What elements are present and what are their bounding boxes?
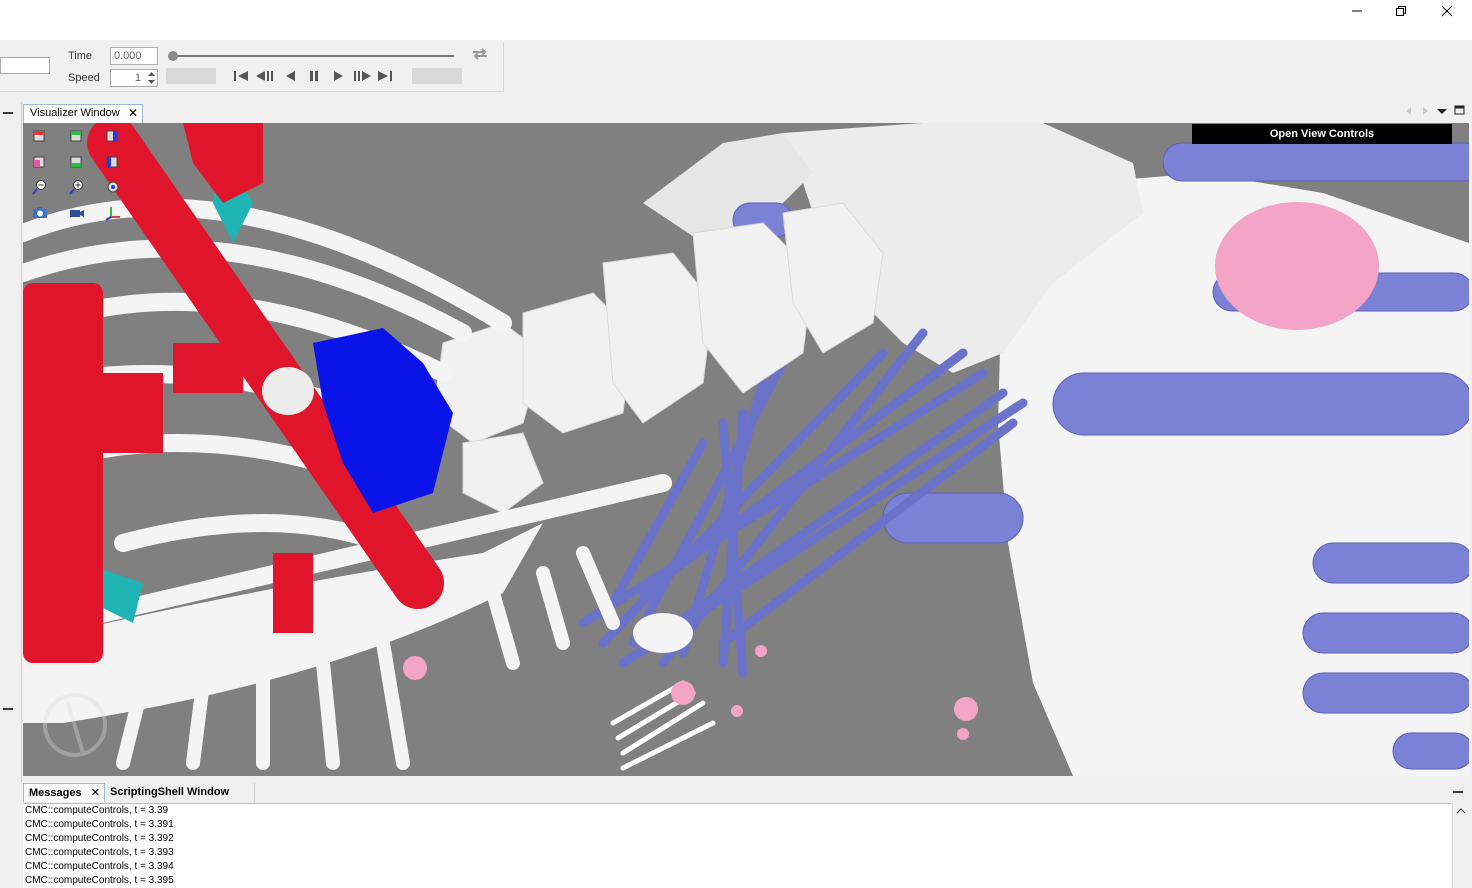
movie-camera-icon [70,210,84,217]
start-box [166,68,216,84]
message-line: CMC::computeControls, t = 3.393 [25,847,174,858]
cube-back-icon [33,156,45,168]
play-button[interactable] [330,66,346,86]
time-slider[interactable] [168,50,458,62]
navigator-strip [0,102,22,782]
axes-icon [105,207,120,221]
time-field[interactable]: 0.000 [110,47,158,65]
message-line: CMC::computeControls, t = 3.39 [25,805,169,816]
cube-other-side-icon [106,156,118,168]
tab-scriptingshell-label: ScriptingShell Window [110,786,230,798]
axes-toggle-button[interactable] [105,205,123,223]
tab-visualizer-label: Visualizer Window [30,107,120,119]
view-other-side-button[interactable] [105,154,123,172]
go-to-start-button[interactable] [232,66,250,86]
pause-icon [310,71,318,81]
message-line: CMC::computeControls, t = 3.392 [25,833,174,844]
minimize-icon [1352,10,1362,12]
zoom-out-button[interactable] [32,179,50,197]
bone-joint-white [262,367,314,415]
play-reverse-icon [286,71,295,81]
view-side-button[interactable] [105,128,123,146]
zoom-out-icon [32,180,46,195]
fit-view-button[interactable] [105,179,123,197]
message-line: CMC::computeControls, t = 3.395 [25,875,174,886]
3d-viewport[interactable] [23,123,1469,776]
close-tab-icon[interactable]: ✕ [128,105,138,122]
go-to-end-button[interactable] [376,66,394,86]
console-scrollbar[interactable] [1452,803,1469,888]
speed-label: Speed [68,72,100,84]
close-button[interactable] [1424,0,1470,22]
cube-bottom-icon [70,156,82,168]
scroll-right-icon[interactable] [1418,105,1432,117]
loop-icon[interactable] [469,46,491,62]
zoom-in-button[interactable] [69,179,87,197]
scroll-up-icon[interactable] [1456,807,1466,815]
tab-visualizer-window[interactable]: Visualizer Window ✕ [23,104,143,123]
restore-button[interactable] [1378,0,1424,22]
view-front-button[interactable] [32,128,50,146]
step-back-button[interactable] [254,66,276,86]
maximize-icon[interactable] [1453,104,1467,116]
tab-messages-label: Messages [29,787,82,799]
view-bottom-button[interactable] [69,154,87,172]
title-bar [0,0,1472,40]
fit-view-icon [107,181,119,193]
step-forward-icon [354,71,371,81]
marker-large [1215,202,1379,330]
record-movie-button[interactable] [69,205,87,223]
cube-front-icon [33,130,45,142]
time-label: Time [68,50,93,62]
message-line: CMC::computeControls, t = 3.394 [25,861,174,872]
zoom-in-icon [69,180,83,195]
cube-side-icon [106,130,118,142]
view-back-button[interactable] [32,154,50,172]
speed-spinner-icon[interactable] [146,70,157,86]
bones-foot [610,680,716,771]
left-field[interactable] [0,57,50,74]
camera-icon [33,207,47,218]
scene-render [23,123,1469,776]
tab-list-icon[interactable] [1435,105,1449,117]
restore-icon [1396,6,1406,16]
open-view-controls-button[interactable]: Open View Controls [1192,124,1452,144]
visualizer-tabbar [22,102,1472,123]
slider-thumb[interactable] [168,51,178,61]
view-top-button[interactable] [69,128,87,146]
cube-top-icon [70,130,82,142]
tab-scriptingshell[interactable]: ScriptingShell Window [105,783,255,802]
close-icon [1441,5,1453,17]
play-reverse-button[interactable] [282,66,298,86]
close-tab-icon[interactable]: ✕ [91,784,100,803]
go-to-start-icon [234,71,248,81]
message-line: CMC::computeControls, t = 3.391 [25,819,174,830]
step-forward-button[interactable] [351,66,373,86]
bone-foot-joint [633,613,693,653]
play-icon [334,71,343,81]
minimize-panel-icon[interactable] [2,706,14,712]
pause-button[interactable] [306,66,322,86]
minimize-button[interactable] [1334,0,1380,22]
end-box [412,68,462,84]
snapshot-button[interactable] [32,205,50,223]
scroll-left-icon[interactable] [1402,105,1416,117]
go-to-end-icon [378,71,392,81]
tab-messages[interactable]: Messages ✕ [23,783,105,802]
step-back-icon [256,71,273,81]
minimize-panel-icon[interactable] [2,110,14,116]
messages-console[interactable]: CMC::computeControls, t = 3.39 CMC::comp… [23,803,1451,888]
slider-track [172,55,454,57]
minimize-panel-icon[interactable] [1452,789,1464,795]
